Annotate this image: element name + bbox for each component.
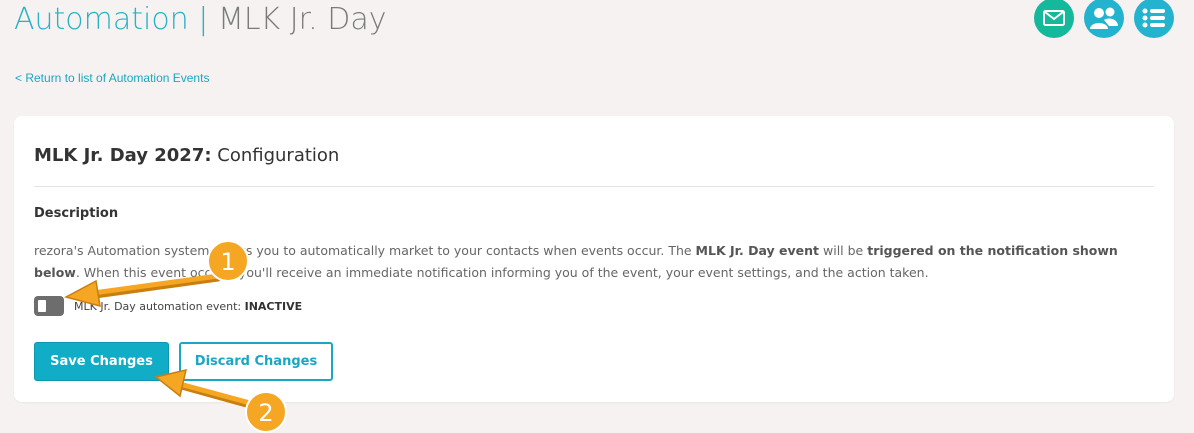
back-to-events-link[interactable]: < Return to list of Automation Events <box>15 71 209 85</box>
page-title-section: Automation <box>14 2 189 37</box>
toggle-status: INACTIVE <box>244 299 303 313</box>
discard-changes-button[interactable]: Discard Changes <box>179 342 333 381</box>
card-divider <box>34 186 1154 187</box>
description-part: . When this event occurs, you'll receive… <box>75 265 929 280</box>
configuration-card: MLK Jr. Day 2027: Configuration Descript… <box>14 116 1174 402</box>
card-title: MLK Jr. Day 2027: Configuration <box>34 145 339 166</box>
automation-toggle[interactable] <box>34 296 64 316</box>
card-title-event: MLK Jr. Day 2027: <box>34 145 212 166</box>
page-title-event: MLK Jr. Day <box>217 2 387 37</box>
toggle-label-text: MLK Jr. Day automation event: <box>74 299 245 313</box>
header-icon-bar <box>1034 0 1174 38</box>
automation-toggle-row: MLK Jr. Day automation event: INACTIVE <box>34 296 302 316</box>
card-title-rest: Configuration <box>211 145 340 166</box>
save-changes-button[interactable]: Save Changes <box>34 342 169 381</box>
toggle-knob <box>38 300 46 312</box>
description-part: will be <box>819 243 868 258</box>
list-icon[interactable] <box>1134 0 1174 38</box>
marker-2-label: 2 <box>258 399 273 427</box>
page-title-separator: | <box>198 2 209 37</box>
description-bold: MLK Jr. Day event <box>695 243 820 258</box>
page-title: Automation | MLK Jr. Day <box>14 2 386 37</box>
automation-toggle-label: MLK Jr. Day automation event: INACTIVE <box>74 300 302 313</box>
mail-icon[interactable] <box>1034 0 1074 38</box>
description-heading: Description <box>34 206 119 221</box>
description-part: rezora's Automation system allows you to… <box>34 243 696 258</box>
description-text: rezora's Automation system allows you to… <box>34 240 1154 284</box>
contacts-icon[interactable] <box>1084 0 1124 38</box>
